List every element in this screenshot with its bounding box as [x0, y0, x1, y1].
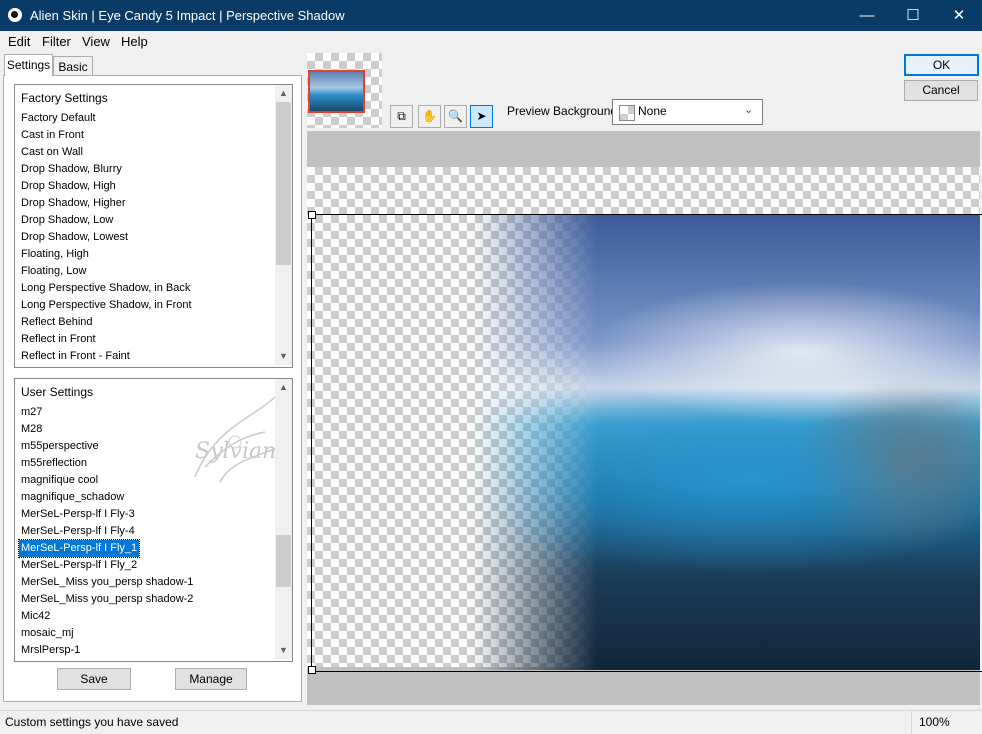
- user-settings-list[interactable]: User Settings Sylviane m27 M28 m55perspe…: [14, 378, 293, 662]
- factory-settings-heading: Factory Settings: [21, 91, 108, 105]
- tab-settings[interactable]: Settings: [4, 54, 53, 76]
- list-item[interactable]: Long Perspective Shadow, in Front: [21, 297, 192, 314]
- list-item[interactable]: Drop Shadow, Blurry: [21, 161, 122, 178]
- decorative-swirl-icon: [194, 396, 281, 483]
- list-item[interactable]: MrslPersp-1: [21, 642, 80, 659]
- preview-background-select[interactable]: None ⌄: [612, 99, 763, 125]
- list-item[interactable]: Reflect in Front: [21, 331, 96, 348]
- list-item[interactable]: MerSeL_Miss you_persp shadow-1: [21, 574, 193, 591]
- list-item[interactable]: MerSeL_Miss you_persp shadow-2: [21, 591, 193, 608]
- cancel-button[interactable]: Cancel: [904, 80, 978, 101]
- menu-filter[interactable]: Filter: [42, 34, 71, 49]
- list-item[interactable]: magnifique_schadow: [21, 489, 124, 506]
- scroll-down-icon[interactable]: ▼: [275, 642, 292, 659]
- manage-button[interactable]: Manage: [175, 668, 247, 690]
- zoom-icon[interactable]: 🔍: [444, 105, 467, 128]
- list-item[interactable]: MerSeL-Persp-lf I Fly-4: [21, 523, 135, 540]
- list-item[interactable]: magnifique cool: [21, 472, 98, 489]
- menu-bar: Edit Filter View Help: [0, 31, 982, 51]
- list-item[interactable]: M28: [21, 421, 42, 438]
- scroll-up-icon[interactable]: ▲: [275, 379, 292, 396]
- selection-rectangle[interactable]: [308, 211, 982, 674]
- color-swatch-icon: [619, 105, 635, 121]
- status-message: Custom settings you have saved: [5, 715, 179, 729]
- list-item[interactable]: Floating, Low: [21, 263, 86, 280]
- minimize-button[interactable]: —: [844, 0, 890, 31]
- pointer-icon[interactable]: ➤: [470, 105, 493, 128]
- zoom-level: 100%: [919, 715, 950, 729]
- list-item[interactable]: Drop Shadow, Lowest: [21, 229, 128, 246]
- close-button[interactable]: ✕: [936, 0, 982, 31]
- list-item[interactable]: Long Perspective Shadow, in Back: [21, 280, 190, 297]
- scroll-thumb[interactable]: [276, 102, 291, 265]
- chevron-down-icon: ⌄: [744, 104, 754, 116]
- menu-help[interactable]: Help: [121, 34, 148, 49]
- list-item[interactable]: Factory Default: [21, 110, 96, 127]
- list-item-selected[interactable]: MerSeL-Persp-lf I Fly_1: [17, 539, 141, 558]
- list-item[interactable]: Reflect in Front - Faint: [21, 348, 130, 365]
- list-item[interactable]: Cast in Front: [21, 127, 84, 144]
- scroll-thumb[interactable]: [276, 535, 291, 587]
- resize-handle-bottom-left[interactable]: [308, 666, 316, 674]
- status-bar: Custom settings you have saved 100%: [0, 710, 982, 734]
- list-item[interactable]: Drop Shadow, Higher: [21, 195, 126, 212]
- list-item[interactable]: Drop Shadow, Low: [21, 212, 113, 229]
- save-button[interactable]: Save: [57, 668, 131, 690]
- user-list-scrollbar[interactable]: ▲ ▼: [275, 379, 292, 659]
- list-item[interactable]: Mic42: [21, 608, 50, 625]
- list-item[interactable]: Cast on Wall: [21, 144, 83, 161]
- list-item[interactable]: Drop Shadow, High: [21, 178, 116, 195]
- list-item[interactable]: MerSeL-Persp-lf I Fly_2: [21, 557, 137, 574]
- list-item[interactable]: Floating, High: [21, 246, 89, 263]
- list-item[interactable]: mosaic_mj: [21, 625, 74, 642]
- navigator-thumbnail[interactable]: [308, 70, 365, 113]
- app-logo-icon: [8, 8, 22, 22]
- scroll-up-icon[interactable]: ▲: [275, 85, 292, 102]
- factory-list-scrollbar[interactable]: ▲ ▼: [275, 85, 292, 365]
- status-divider: [911, 711, 912, 734]
- list-item[interactable]: m27: [21, 404, 42, 421]
- menu-view[interactable]: View: [82, 34, 110, 49]
- menu-edit[interactable]: Edit: [8, 34, 30, 49]
- preview-background-label: Preview Background:: [507, 104, 621, 118]
- list-item[interactable]: m55perspective: [21, 438, 99, 455]
- hand-icon[interactable]: ✋: [418, 105, 441, 128]
- scroll-down-icon[interactable]: ▼: [275, 348, 292, 365]
- preview-background-value: None: [638, 104, 667, 118]
- list-item[interactable]: m55reflection: [21, 455, 87, 472]
- window-title: Alien Skin | Eye Candy 5 Impact | Perspe…: [30, 8, 345, 23]
- maximize-button[interactable]: ☐: [890, 0, 936, 31]
- resize-handle-top-left[interactable]: [308, 211, 316, 219]
- factory-settings-list[interactable]: Factory Settings Factory Default Cast in…: [14, 84, 293, 368]
- preview-toggle-icon[interactable]: ⧉: [390, 105, 413, 128]
- list-item[interactable]: Reflect Behind: [21, 314, 93, 331]
- list-item[interactable]: MerSeL-Persp-lf I Fly-3: [21, 506, 135, 523]
- user-settings-heading: User Settings: [21, 385, 94, 399]
- ok-button[interactable]: OK: [904, 54, 979, 76]
- tab-basic[interactable]: Basic: [53, 56, 93, 77]
- title-bar: Alien Skin | Eye Candy 5 Impact | Perspe…: [0, 0, 982, 31]
